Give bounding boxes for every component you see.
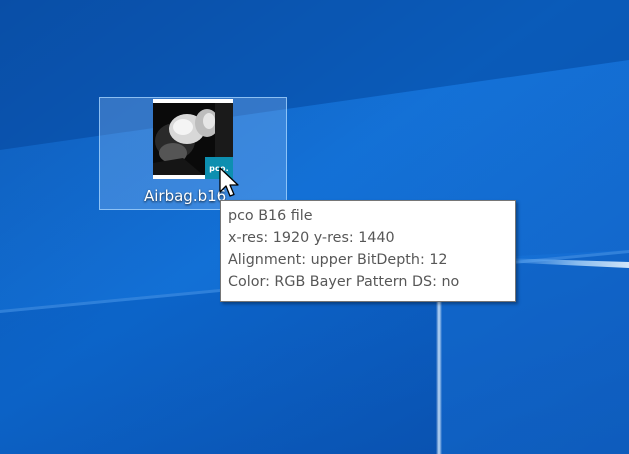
arrow-pointer-icon — [219, 167, 239, 197]
desktop: pco. Airbag.b16 pco B16 file x-res: 1920… — [0, 0, 629, 454]
file-info-tooltip: pco B16 file x-res: 1920 y-res: 1440 Ali… — [220, 200, 516, 302]
tooltip-alignment: Alignment: upper BitDepth: 12 — [228, 252, 448, 268]
tooltip-file-type: pco B16 file — [228, 208, 313, 224]
file-name-label[interactable]: Airbag.b16 — [144, 187, 226, 205]
tooltip-color: Color: RGB Bayer Pattern DS: no — [228, 274, 460, 290]
tooltip-resolution: x-res: 1920 y-res: 1440 — [228, 230, 395, 246]
